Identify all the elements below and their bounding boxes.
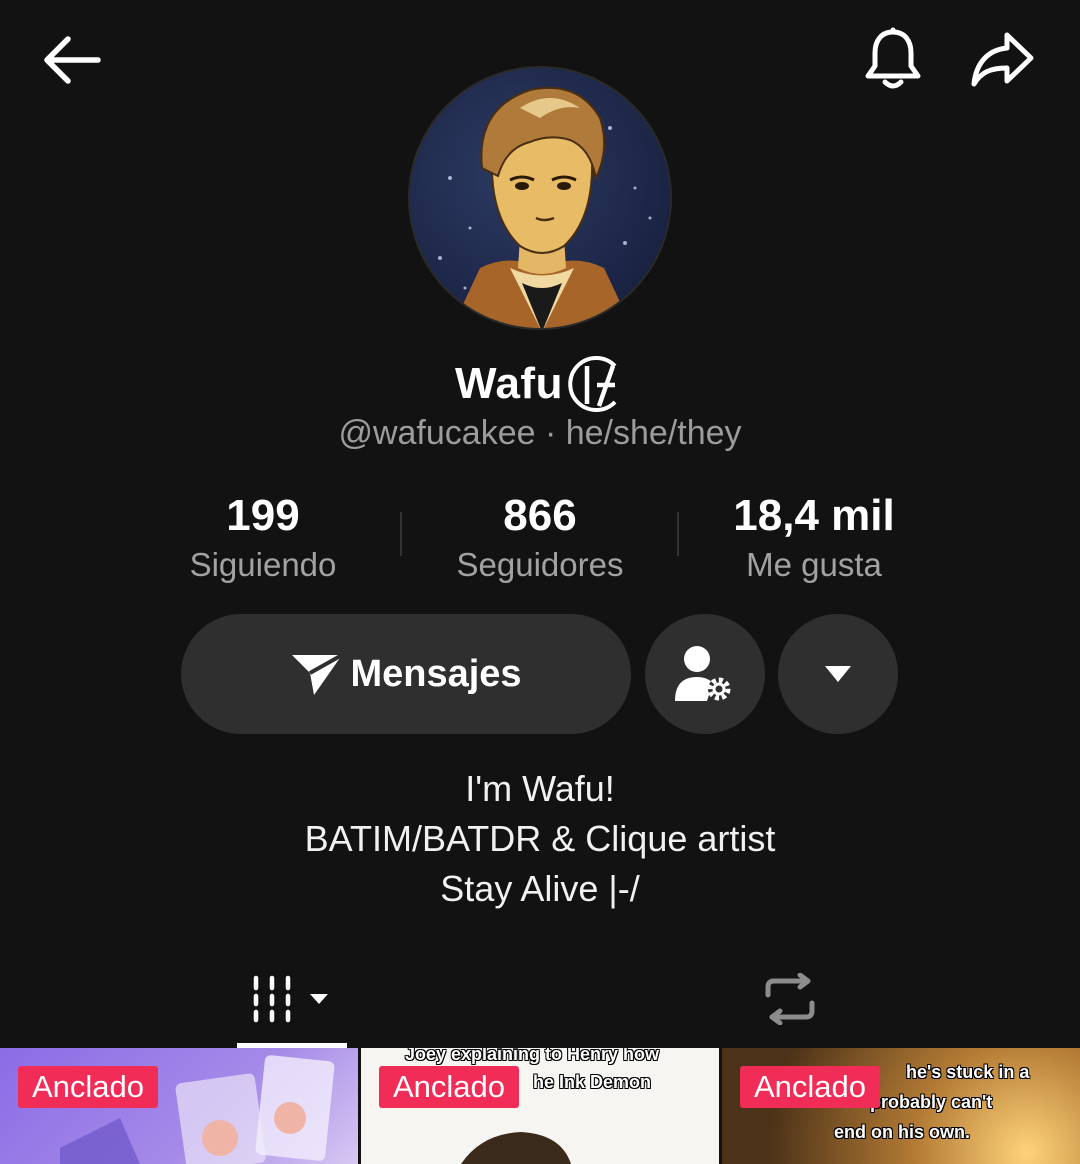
stat-divider: [400, 512, 402, 556]
pinned-badge: Anclado: [379, 1066, 520, 1108]
video-grid: Anclado Joey explaining to Henry how he …: [0, 1048, 1080, 1164]
send-icon: [292, 653, 344, 695]
messages-label: Mensajes: [350, 652, 522, 695]
pinned-badge: Anclado: [740, 1066, 881, 1108]
notifications-button[interactable]: [858, 24, 928, 94]
profile-stats: 199 Siguiendo 866 Seguidores 18,4 mil Me…: [0, 490, 1080, 590]
profile-bio: I'm Wafu! BATIM/BATDR & Clique artist St…: [0, 764, 1080, 914]
bio-line: I'm Wafu!: [465, 768, 615, 809]
likes-stat[interactable]: 18,4 mil Me gusta: [684, 490, 944, 588]
content-tabs: [0, 950, 1080, 1048]
following-count: 199: [226, 491, 300, 540]
tab-videos[interactable]: [237, 950, 347, 1048]
followers-label: Seguidores: [456, 546, 624, 583]
grid-bars-icon: [253, 975, 328, 1023]
video-caption: end on his own.: [834, 1122, 970, 1142]
followers-stat[interactable]: 866 Seguidores: [410, 490, 670, 588]
bio-line: Stay Alive |-/: [440, 868, 640, 909]
video-caption: Joey explaining to Henry how: [405, 1048, 660, 1064]
messages-button[interactable]: Mensajes: [181, 614, 631, 734]
video-caption: he Ink Demon: [533, 1072, 652, 1092]
following-label: Siguiendo: [189, 546, 337, 583]
likes-count: 18,4 mil: [733, 491, 895, 540]
share-button[interactable]: [966, 26, 1038, 92]
followers-count: 866: [503, 491, 577, 540]
bell-icon: [865, 27, 921, 89]
share-arrow-icon: [971, 32, 1034, 87]
more-options-button[interactable]: [778, 614, 898, 734]
following-stat[interactable]: 199 Siguiendo: [133, 490, 393, 588]
stat-divider: [677, 512, 679, 556]
profile-actions: Mensajes: [0, 614, 1080, 734]
avatar-illustration: [438, 86, 652, 328]
video-caption: probably can't: [870, 1092, 993, 1112]
bio-line: BATIM/BATDR & Clique artist: [304, 818, 776, 859]
profile-name-row: Wafu: [0, 352, 1080, 416]
tab-reposts[interactable]: [740, 950, 840, 1048]
repost-icon: [765, 973, 815, 1025]
video-thumbnail[interactable]: he's stuck in a probably can't end on hi…: [722, 1048, 1080, 1164]
display-name: Wafu: [455, 359, 563, 408]
back-button[interactable]: [36, 28, 106, 92]
twenty-one-pilots-logo: [568, 356, 617, 412]
profile-avatar[interactable]: [408, 66, 672, 330]
friend-settings-button[interactable]: [645, 614, 765, 734]
video-thumbnail[interactable]: Anclado: [0, 1048, 358, 1164]
user-gear-icon: [675, 646, 731, 701]
caret-down-icon: [825, 666, 851, 682]
likes-label: Me gusta: [746, 546, 882, 583]
pinned-badge: Anclado: [18, 1066, 159, 1108]
arrow-left-icon: [44, 36, 101, 84]
username-pronouns: @wafucakee · he/she/they: [338, 414, 742, 452]
video-thumbnail[interactable]: Joey explaining to Henry how he Ink Demo…: [361, 1048, 719, 1164]
video-caption: he's stuck in a: [906, 1062, 1030, 1082]
